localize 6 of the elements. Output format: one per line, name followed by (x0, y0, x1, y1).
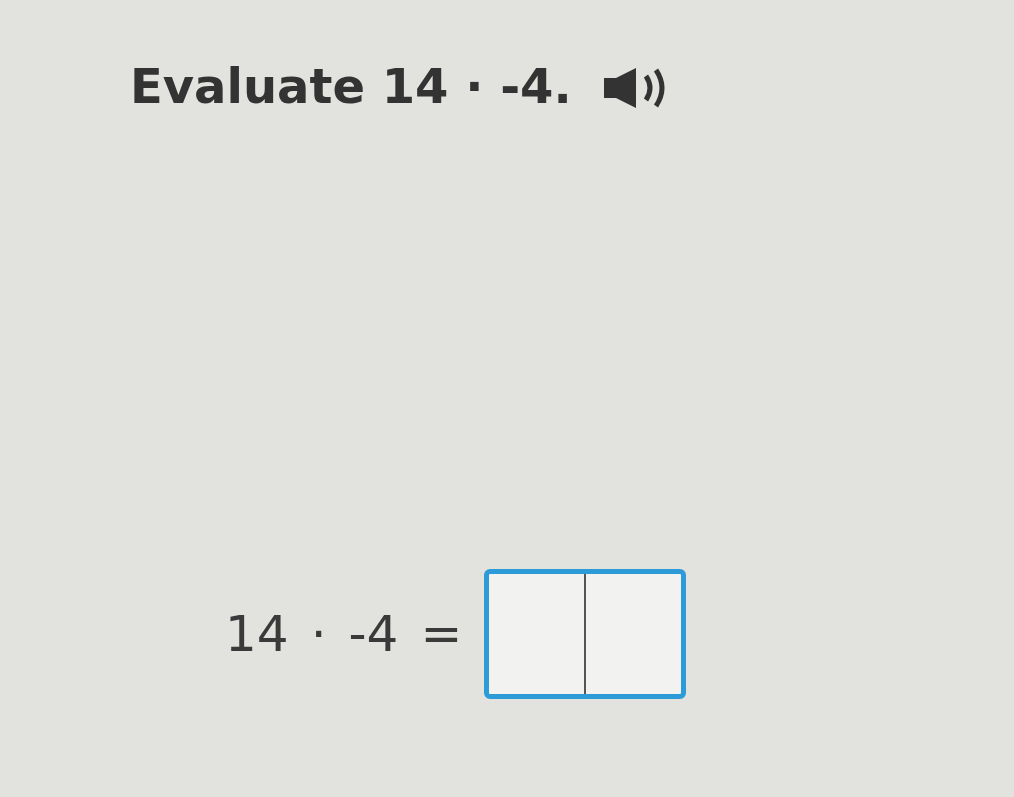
question-prompt: Evaluate 14 · -4. (130, 58, 572, 114)
equation-term: 14 (225, 605, 289, 663)
equation-term: = (420, 605, 463, 663)
equation-term: -4 (348, 605, 399, 663)
answer-box[interactable] (484, 569, 687, 699)
equation-term: · (310, 605, 327, 663)
